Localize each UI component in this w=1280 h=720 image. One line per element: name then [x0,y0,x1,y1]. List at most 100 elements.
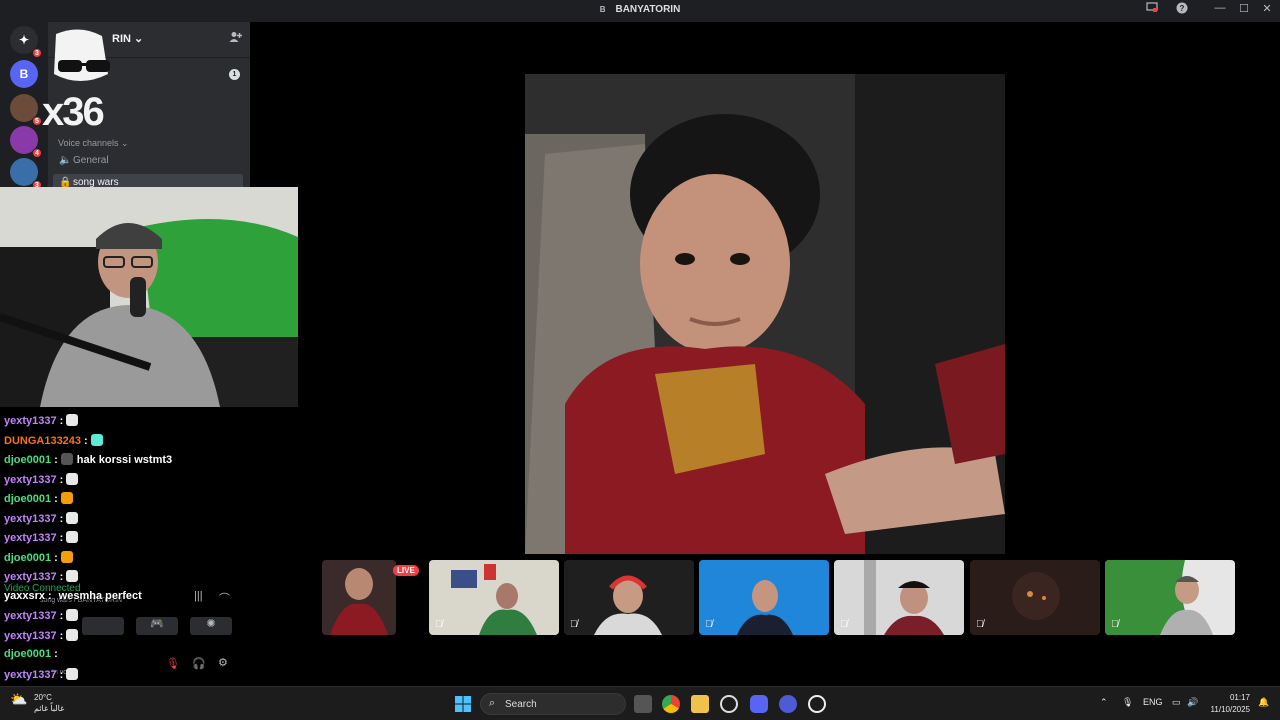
chat-username: yexty1337 [4,610,57,622]
chat-separator: : [59,512,64,525]
app-icon[interactable] [779,695,797,713]
chat-separator: : [54,551,58,564]
steam-icon[interactable] [720,695,738,713]
chat-separator: : [59,415,64,427]
server-b[interactable]: B [10,60,38,88]
start-icon[interactable] [454,695,472,713]
voice-channels-header[interactable]: Voice channels ⌄ [58,138,129,149]
close-icon[interactable]: ✕ [1258,2,1276,15]
chat-message: djoe0001: [4,492,73,505]
weather-widget[interactable]: ⛅ 20°C غالباً غائم [10,692,64,714]
tray-chevron-icon[interactable]: ⌃ [1100,697,1108,708]
chat-separator: : [54,454,58,466]
notification-bell-icon[interactable]: 🔔 [1258,697,1269,708]
chrome-icon[interactable] [662,695,680,713]
chat-username: djoe0001 [4,493,52,505]
emote-icon [66,511,79,524]
soundboard-icon[interactable]: ✺ [190,617,232,635]
focused-video-stream[interactable] [525,74,1005,554]
noise-suppression-icon[interactable]: ||| [194,590,203,602]
settings-gear-icon[interactable]: ⚙ [218,656,228,669]
window-title: B BANYATORIN [599,4,681,15]
disconnect-icon[interactable]: ⌒ [219,590,230,606]
chat-separator: : [59,610,64,622]
system-clock[interactable]: 01:17 11/10/2025 [1211,692,1250,716]
screen-share-icon[interactable] [1143,2,1161,16]
chat-message: yexty1337: [4,609,79,622]
chat-separator: : [54,648,58,660]
chat-username: yexty1337 [4,473,57,486]
chat-username: yexty1337 [4,668,57,681]
chat-text: wesmha perfect [58,589,142,602]
volume-icon[interactable]: 🔊 [1187,697,1198,708]
chat-message: djoe0001: [4,648,61,660]
muted-icon: 🎙̸ [570,619,578,630]
muted-icon: 🎙̸ [705,619,713,630]
muted-icon: 🎙̸ [435,619,443,630]
discord-taskbar-icon[interactable] [750,695,768,713]
taskbar-search[interactable]: ⌕ Search [480,693,626,715]
chat-separator: : [59,668,64,681]
chat-username: yexty1337 [4,532,57,544]
emote-icon [66,570,79,582]
maximize-icon[interactable]: ☐ [1235,2,1253,15]
participant-7-tile[interactable]: 🎙̸ [1105,560,1235,635]
chat-username: djoe0001 [4,454,52,466]
notification-badge: 4 [32,148,42,158]
participant-5-tile[interactable]: 🎙̸ [834,560,964,635]
chat-separator: : [59,629,64,642]
chat-message: yexty1337: [4,472,79,486]
title-bar: B BANYATORIN ? — ☐ ✕ [0,0,1280,22]
mute-mic-icon[interactable]: 🎙 [166,657,180,670]
activity-icon[interactable]: 🎮 [136,617,178,635]
chat-username: yexty1337 [4,571,57,583]
chat-separator: : [59,473,64,486]
server-avatar-1[interactable]: 5 [10,94,42,126]
emote-icon [66,472,79,485]
emote-icon [60,550,73,563]
search-icon: ⌕ [489,697,496,709]
participant-2-tile[interactable]: 🎙̸ [429,560,559,635]
muted-icon: 🎙̸ [1111,619,1119,630]
event-count-badge: 1 [229,69,240,80]
muted-icon: 🎙̸ [976,619,984,630]
chat-message: djoe0001: [4,550,73,564]
media-player-icon[interactable] [808,695,826,713]
headphones-icon[interactable]: 🎧 [192,657,206,670]
task-view-icon[interactable] [634,695,652,713]
chat-separator: : [84,434,88,447]
cloud-sun-icon: ⛅ [10,691,28,707]
server-avatar-2[interactable]: 4 [10,126,42,158]
muted-icon: 🎙̸ [840,619,848,630]
chat-username: yexty1337 [4,512,57,525]
video-button[interactable] [82,617,124,635]
help-icon[interactable]: ? [1173,2,1191,17]
emote-icon [90,433,103,446]
file-explorer-icon[interactable] [691,695,709,713]
chat-message: yexty1337: [4,667,79,681]
participant-3-tile[interactable]: 🎙̸ [564,560,694,635]
meme-sticker-overlay: x36 [40,26,120,136]
discord-home-icon[interactable]: ✦ 3 [10,26,42,58]
chat-message: yexty1337: [4,628,79,642]
server-avatar-3[interactable]: 3 [10,158,42,190]
participant-1-tile[interactable] [322,560,396,635]
chat-overlay: Video Connected song wars / BANYATORIN |… [0,407,250,686]
speaker-icon: 🔈 [59,155,72,166]
emote-icon [60,492,73,504]
chat-username: yexty1337 [4,629,57,642]
network-icon[interactable]: ▭ [1172,697,1181,708]
svg-text:?: ? [1180,4,1185,13]
participant-6-tile[interactable]: 🎙̸ [970,560,1100,635]
chat-message: yaxxsrx: wesmha perfect [4,590,142,602]
channel-general[interactable]: 🔈 General [53,152,243,170]
microphone-tray-icon[interactable]: 🎙 [1122,697,1133,708]
participant-4-tile[interactable]: 🎙̸ [699,560,829,635]
language-indicator[interactable]: ENG [1143,697,1163,707]
chat-separator: : [59,532,64,544]
invite-people-icon[interactable] [229,31,242,46]
stream-photo [525,74,1005,554]
emote-icon [66,667,79,680]
minimize-icon[interactable]: — [1211,2,1229,14]
streamer-webcam-overlay [0,187,298,407]
